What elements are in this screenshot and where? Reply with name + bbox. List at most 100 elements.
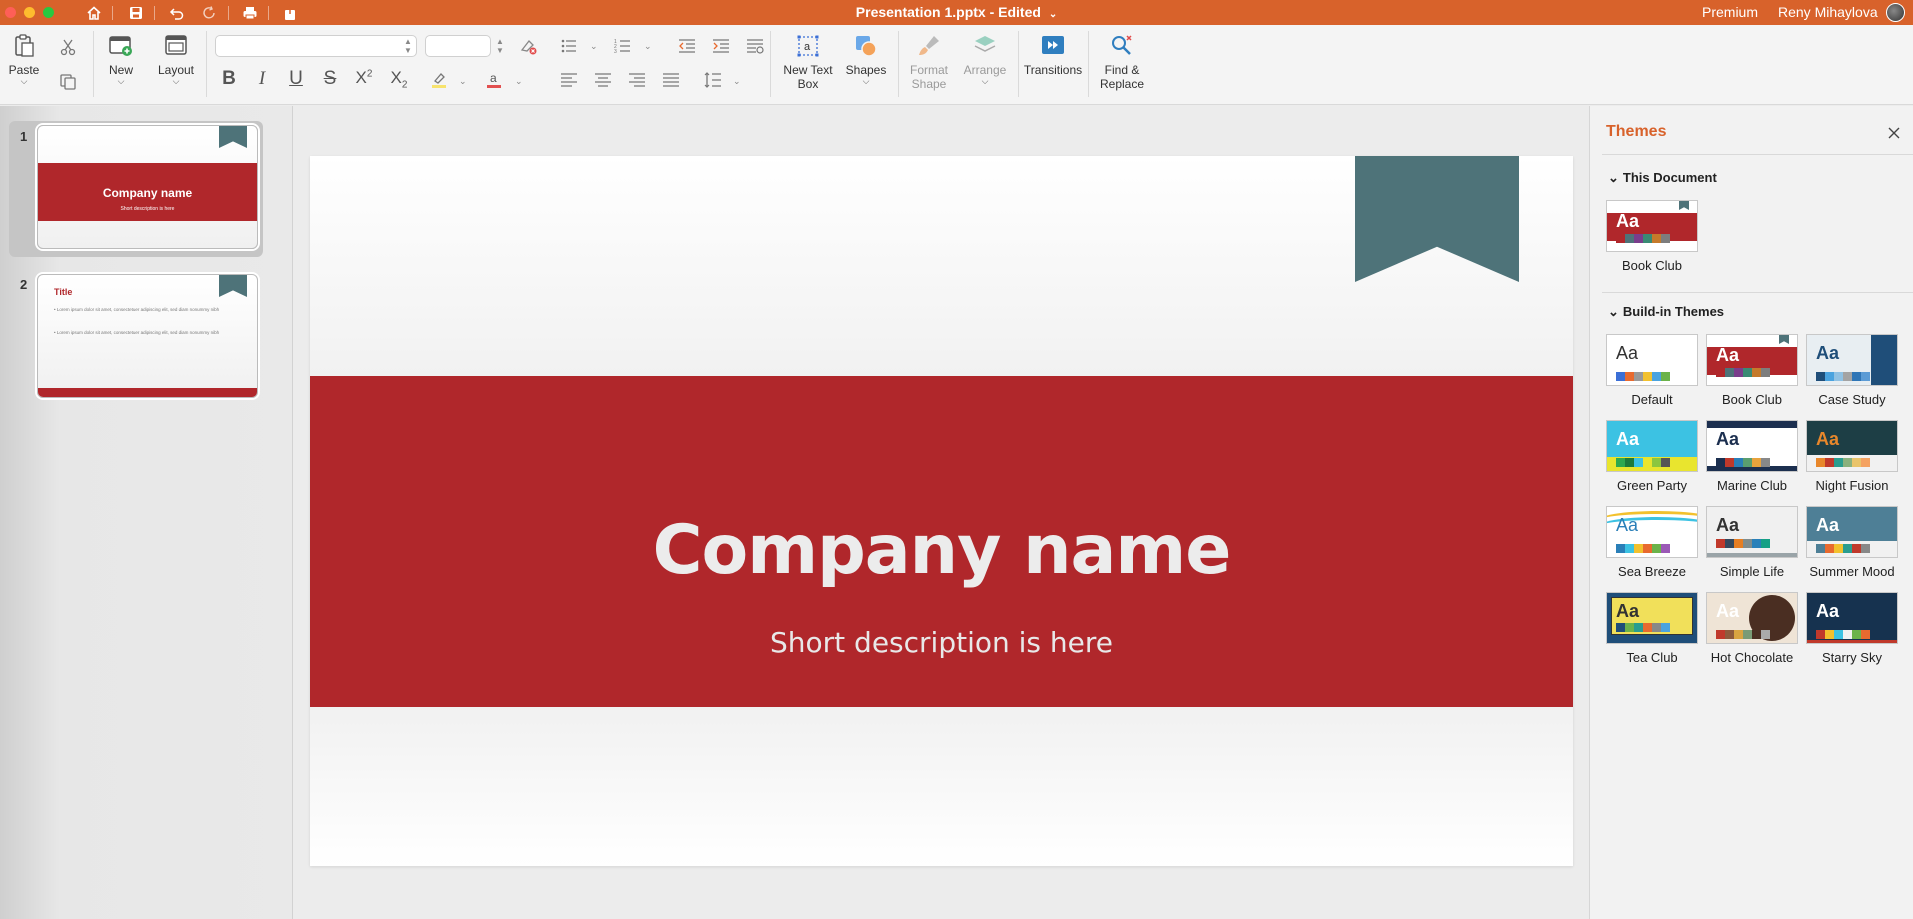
superscript-button[interactable]: X2 [351, 68, 377, 88]
chevron-down-icon[interactable]: ⌵ [118, 76, 125, 87]
theme-card-current[interactable]: Aa Book Club [1606, 200, 1698, 273]
align-center-icon[interactable] [592, 69, 614, 91]
transitions-label: Transitions [1023, 63, 1083, 77]
undo-icon[interactable] [167, 3, 187, 23]
bold-button[interactable]: B [216, 68, 242, 90]
print-icon[interactable] [240, 3, 260, 23]
slide-thumbnail-1[interactable]: Company name Short description is here [37, 125, 258, 249]
chevron-down-icon[interactable]: ⌄ [459, 76, 467, 87]
decrease-indent-icon[interactable] [676, 35, 698, 57]
theme-card-green-party[interactable]: Aa Green Party [1606, 420, 1698, 493]
find-replace-icon [1112, 35, 1132, 55]
theme-card-simple-life[interactable]: Aa Simple Life [1706, 506, 1798, 579]
font-size-stepper[interactable]: ▲ ▼ [496, 37, 504, 55]
redo-icon[interactable] [199, 3, 219, 23]
chevron-down-icon: ⌄ [1608, 304, 1619, 319]
chevron-down-icon[interactable]: ⌄ [1049, 9, 1057, 20]
theme-card-starry-sky[interactable]: Aa Starry Sky [1806, 592, 1898, 665]
theme-aa: Aa [1616, 211, 1640, 231]
layout-button[interactable]: Layout ⌵ [156, 33, 196, 87]
chevron-updown-icon[interactable]: ▲ ▼ [404, 37, 412, 55]
bookmark-shape [1679, 201, 1689, 210]
theme-card-tea-club[interactable]: Aa Tea Club [1606, 592, 1698, 665]
theme-card-sea-breeze[interactable]: Aa Sea Breeze [1606, 506, 1698, 579]
separator [1018, 31, 1019, 97]
zoom-window-button[interactable] [43, 7, 54, 18]
underline-button[interactable]: U [283, 68, 309, 90]
this-document-section[interactable]: ⌄ This Document [1608, 170, 1717, 186]
format-shape-button[interactable]: Format Shape [904, 33, 954, 91]
build-in-themes-section[interactable]: ⌄ Build-in Themes [1608, 304, 1724, 320]
chevron-down-icon[interactable]: ⌵ [173, 76, 180, 87]
home-icon[interactable] [84, 3, 104, 23]
chevron-down-icon[interactable]: ⌵ [21, 76, 28, 87]
arrange-button[interactable]: Arrange ⌵ [960, 33, 1010, 87]
highlight-icon[interactable] [428, 69, 450, 91]
theme-card-summer-mood[interactable]: Aa Summer Mood [1806, 506, 1898, 579]
chevron-down-icon[interactable]: ⌄ [644, 41, 652, 52]
separator [898, 31, 899, 97]
transitions-icon [1042, 36, 1064, 54]
chevron-down-icon[interactable]: ⌄ [590, 41, 598, 52]
theme-name: Starry Sky [1822, 650, 1882, 665]
clear-format-icon[interactable] [517, 35, 539, 57]
theme-preview: Aa [1706, 592, 1798, 644]
minimize-window-button[interactable] [24, 7, 35, 18]
new-slide-button[interactable]: New ⌵ [104, 33, 138, 87]
main-slide[interactable]: Company name Short description is here [310, 156, 1573, 866]
chevron-down-icon[interactable]: ⌵ [863, 76, 870, 87]
theme-card-marine-club[interactable]: Aa Marine Club [1706, 420, 1798, 493]
font-size-input[interactable] [425, 35, 491, 57]
color-swatches [1816, 458, 1870, 467]
close-icon[interactable] [1885, 124, 1903, 142]
cut-icon[interactable] [57, 36, 79, 58]
separator [154, 6, 155, 20]
save-icon[interactable] [126, 3, 146, 23]
paste-button[interactable]: Paste ⌵ [8, 33, 40, 87]
increase-indent-icon[interactable] [710, 35, 732, 57]
bullet-list-icon[interactable] [558, 35, 580, 57]
label-line: Format [909, 63, 948, 77]
premium-link[interactable]: Premium [1702, 4, 1758, 20]
user-name[interactable]: Reny Mihaylova [1778, 4, 1878, 20]
theme-card-default[interactable]: Aa Default [1606, 334, 1698, 407]
theme-card-book-club[interactable]: Aa Book Club [1706, 334, 1798, 407]
new-text-box-label: New Text Box [783, 63, 832, 91]
font-family-select[interactable] [215, 35, 417, 57]
paragraph-settings-icon[interactable] [744, 35, 766, 57]
close-window-button[interactable] [5, 7, 16, 18]
chevron-down-icon[interactable]: ⌄ [733, 76, 741, 87]
color-swatches [1716, 539, 1770, 548]
theme-card-night-fusion[interactable]: Aa Night Fusion [1806, 420, 1898, 493]
chevron-down-icon: ⌄ [1608, 170, 1619, 185]
slide-thumbnail-panel: 1 Company name Short description is here… [0, 106, 293, 919]
copy-icon[interactable] [57, 71, 79, 93]
chevron-down-icon[interactable]: ⌵ [982, 76, 989, 87]
slide-title[interactable]: Company name [310, 511, 1573, 590]
numbered-list-icon[interactable]: 123 [612, 35, 634, 57]
italic-button[interactable]: I [249, 68, 275, 90]
justify-icon[interactable] [660, 69, 682, 91]
subscript-button[interactable]: X2 [386, 68, 412, 90]
theme-card-case-study[interactable]: Aa Case Study [1806, 334, 1898, 407]
new-text-box-button[interactable]: a New Text Box [780, 33, 836, 91]
font-color-icon[interactable]: a [483, 69, 505, 91]
share-icon[interactable] [280, 3, 300, 23]
shapes-button[interactable]: Shapes ⌵ [842, 33, 890, 87]
align-right-icon[interactable] [626, 69, 648, 91]
line-spacing-icon[interactable] [702, 69, 724, 91]
theme-aa: Aa [1716, 515, 1740, 535]
chevron-down-icon[interactable]: ⌄ [515, 76, 523, 87]
bookmark-shape [1779, 335, 1789, 344]
align-left-icon[interactable] [558, 69, 580, 91]
transitions-button[interactable]: Transitions [1022, 33, 1084, 77]
strikethrough-button[interactable]: S [317, 68, 343, 90]
avatar[interactable] [1886, 3, 1905, 22]
slide-subtitle[interactable]: Short description is here [310, 626, 1573, 659]
slide-thumbnail-2[interactable]: Title • Lorem ipsum dolor sit amet, cons… [37, 274, 258, 398]
document-title[interactable]: Presentation 1.pptx - Edited [856, 4, 1041, 20]
theme-card-hot-chocolate[interactable]: Aa Hot Chocolate [1706, 592, 1798, 665]
find-replace-button[interactable]: Find & Replace [1094, 33, 1150, 91]
svg-text:3: 3 [614, 49, 617, 55]
slide-number: 1 [20, 129, 28, 144]
